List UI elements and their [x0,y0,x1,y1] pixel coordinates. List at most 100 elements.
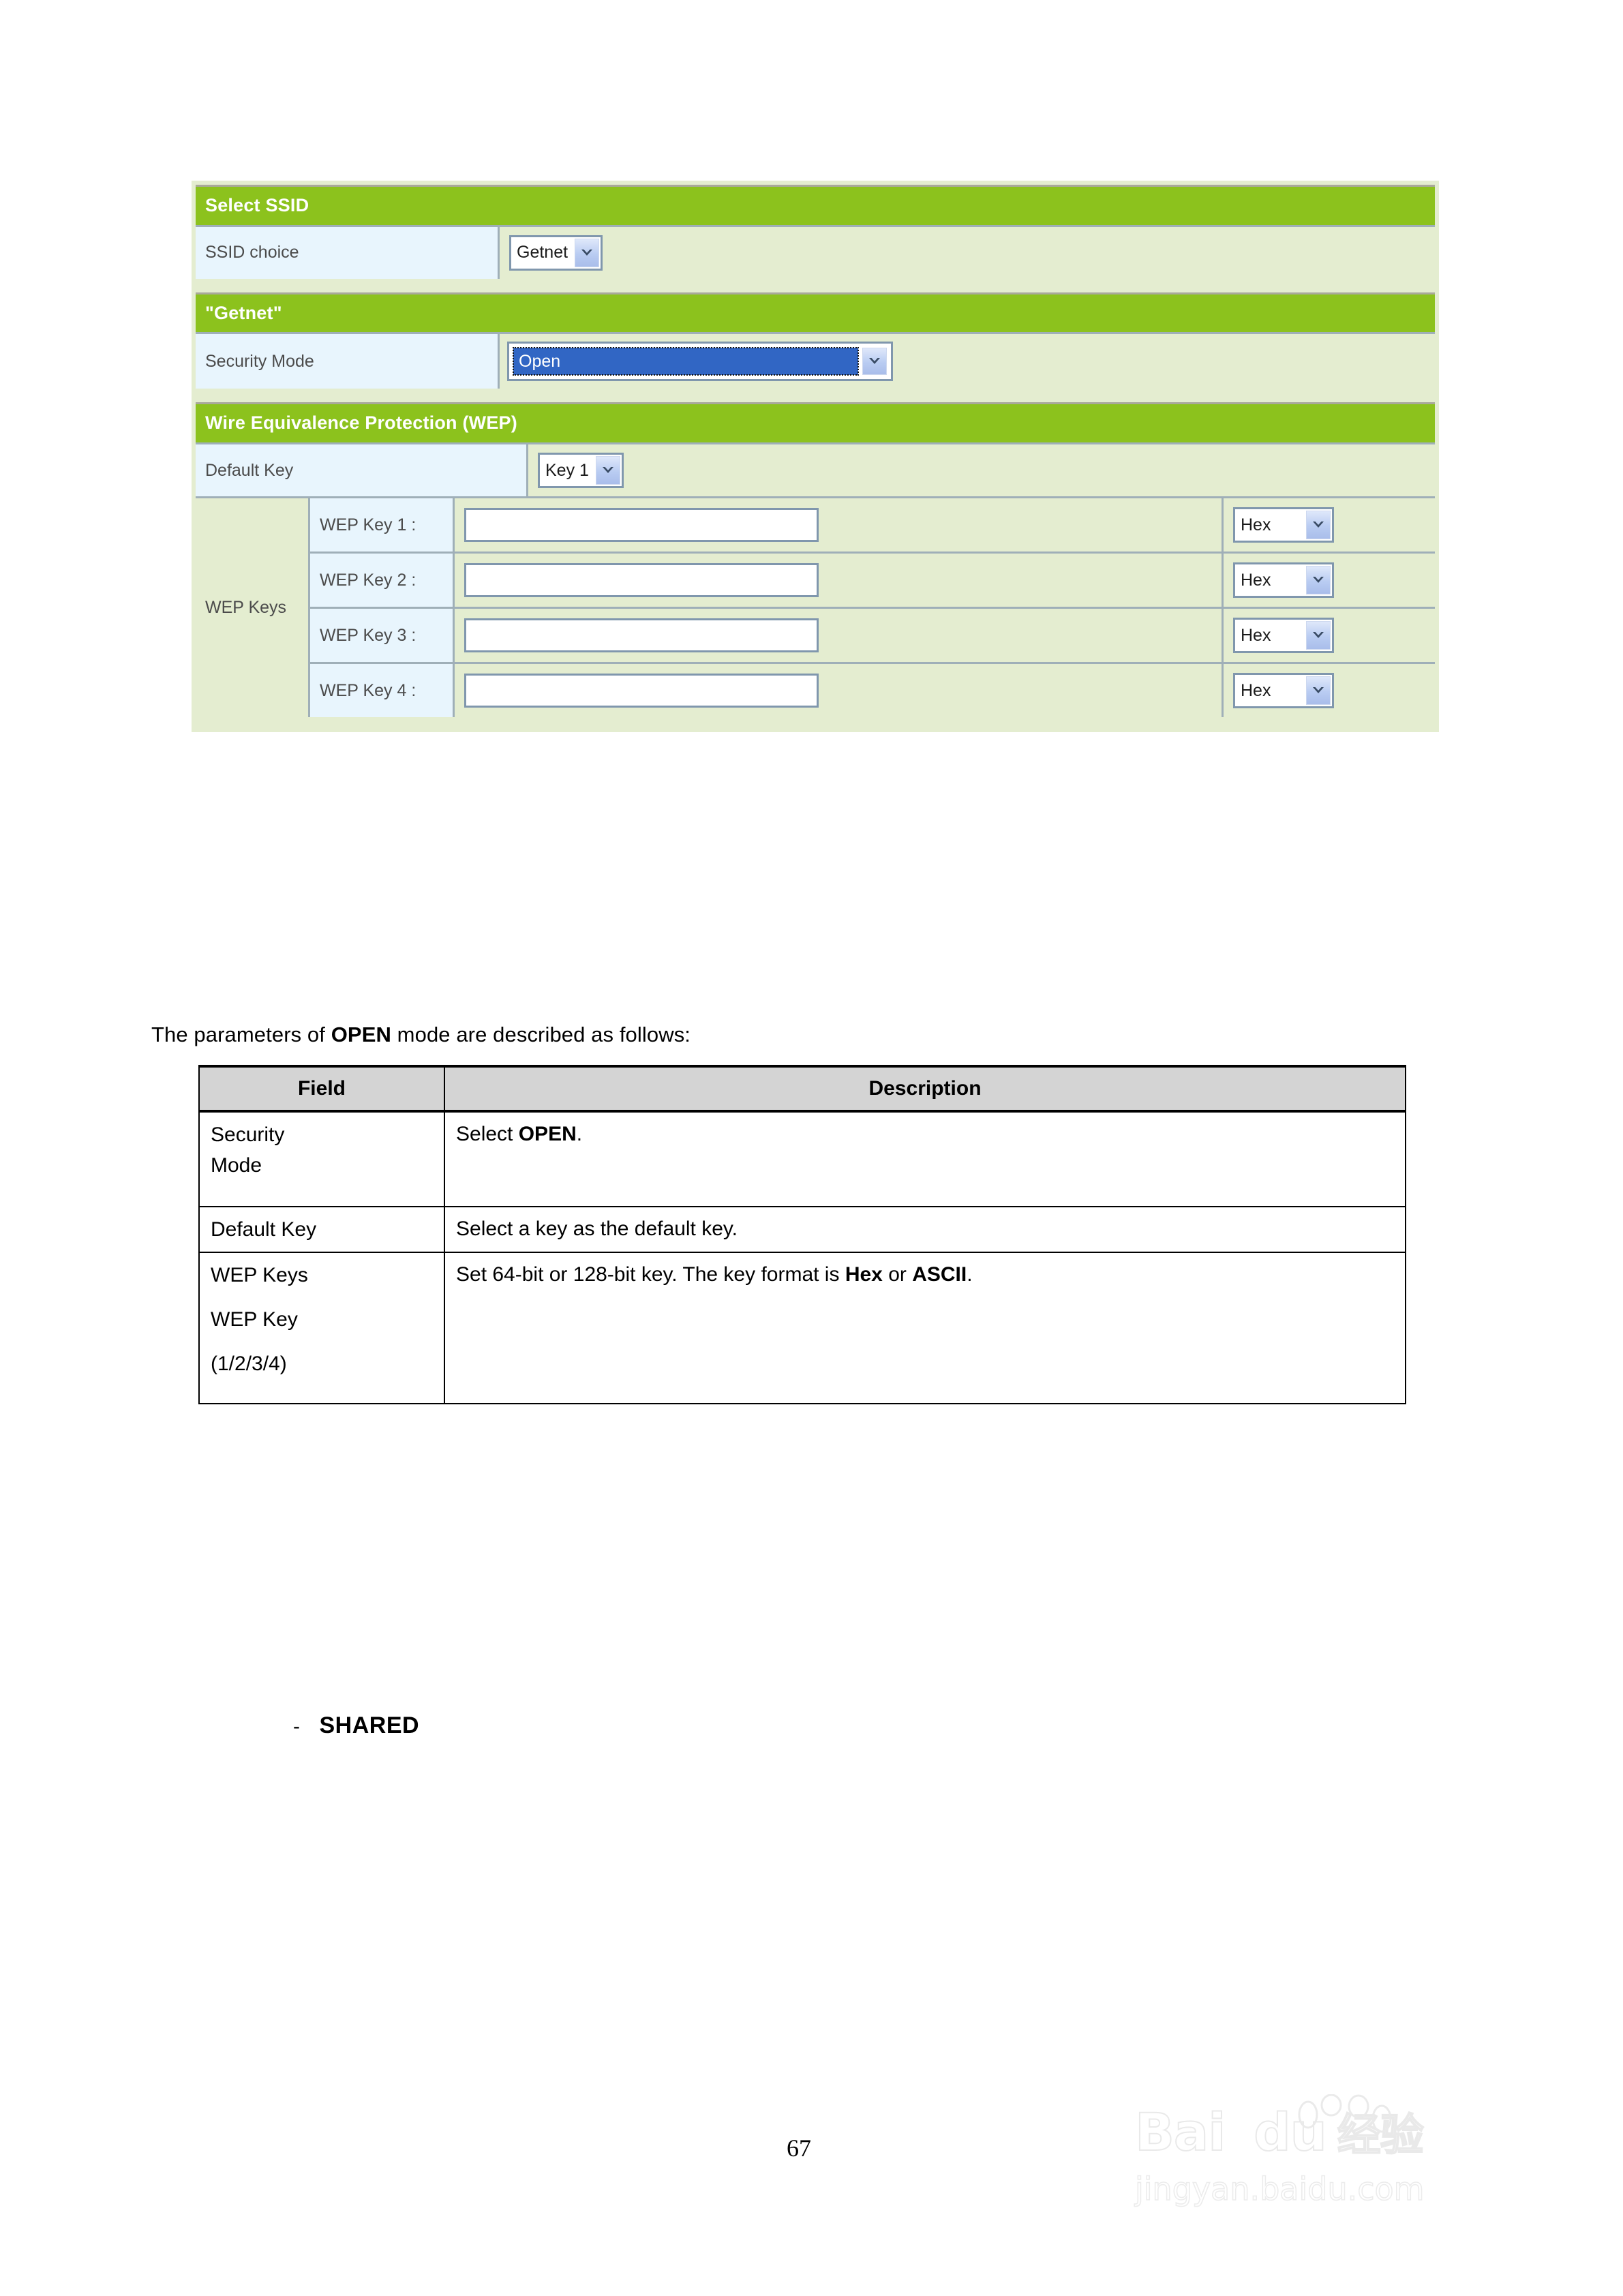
cell-desc-wep-keys: Set 64-bit or 128-bit key. The key forma… [444,1252,1406,1404]
watermark-logo-left: Bai [1134,2102,1226,2162]
shared-section-heading: - SHARED [293,1712,419,1739]
intro-suffix: mode are described as follows: [391,1023,691,1046]
wep-key-3-format-value: Hex [1241,625,1271,645]
value-ssid-choice: Getnet [500,226,1435,279]
field-line: (1/2/3/4) [211,1353,287,1375]
desc-emphasis-hex: Hex [845,1263,883,1286]
desc-middle: or [882,1263,913,1286]
label-wep-key-1: WEP Key 1 : [310,498,455,552]
group-header-wep: Wire Equivalence Protection (WEP) [196,402,1435,443]
group-header-select-ssid: Select SSID [196,185,1435,225]
wep-key-3-input[interactable] [464,618,819,653]
cell-field-default-key: Default Key [198,1206,445,1253]
default-key-selected-value: Key 1 [545,460,589,480]
wep-key-row: WEP Key 4 : Hex [310,662,1435,718]
field-line: Default Key [211,1218,317,1241]
watermark-logo-text: Bai du 经验 [1134,2106,1544,2161]
desc-emphasis: OPEN [518,1123,577,1145]
paw-icon [1298,2094,1392,2133]
wep-keys-block: WEP Keys WEP Key 1 : Hex WEP Key 2: Hex… [196,496,1435,718]
router-config-screenshot: Select SSID SSID choice Getnet "Getnet" … [192,181,1439,733]
group-wep: Wire Equivalence Protection (WEP) Defaul… [196,402,1435,718]
desc-emphasis-ascii: ASCII [912,1263,967,1286]
table-row: WEP Keys WEP Key (1/2/3/4) Set 64-bit or… [198,1252,1406,1404]
desc-prefix: Select a key as the default key. [456,1218,738,1240]
label-security-mode: Security Mode [196,334,500,389]
cell-wep-key-1-input [455,498,1224,552]
chevron-down-icon[interactable] [575,238,600,267]
field-line: Mode [211,1154,262,1177]
group-select-ssid: Select SSID SSID choice Getnet [196,185,1435,279]
intro-paragraph: The parameters of OPEN mode are describe… [151,1023,691,1047]
row-default-key: Default Key Key 1 [196,442,1435,497]
label-wep-key-3: WEP Key 3 : [310,609,455,663]
cell-desc-security-mode: Select OPEN. [444,1111,1406,1207]
wep-key-3-format-select[interactable]: Hex [1233,618,1334,654]
wep-key-2-format-select[interactable]: Hex [1233,562,1334,599]
desc-suffix: . [576,1123,583,1145]
column-header-field: Field [198,1065,445,1113]
security-mode-select[interactable]: Open [507,342,893,382]
cell-wep-key-3-format: Hex [1224,609,1435,663]
cell-field-security-mode: Security Mode [198,1111,445,1207]
page-number: 67 [787,2134,811,2162]
column-header-description: Description [444,1065,1406,1113]
chevron-down-icon[interactable] [595,456,620,485]
cell-wep-key-1-format: Hex [1224,498,1435,552]
wep-key-row: WEP Key 3 : Hex [310,607,1435,663]
cell-wep-key-2-format: Hex [1224,554,1435,607]
wep-key-2-input[interactable] [464,563,819,598]
cell-wep-key-4-format: Hex [1224,664,1435,718]
cell-wep-key-2-input [455,554,1224,607]
baidu-jingyan-watermark: Bai du 经验 jingyan.baidu.com [1134,2094,1544,2243]
watermark-logo-right: du [1253,2102,1328,2162]
wep-key-1-format-select[interactable]: Hex [1233,507,1334,543]
chevron-down-icon[interactable] [1306,511,1331,540]
desc-suffix: . [967,1263,973,1286]
chevron-down-icon[interactable] [1306,621,1331,650]
wep-key-1-input[interactable] [464,508,819,543]
label-ssid-choice: SSID choice [196,226,500,279]
label-default-key: Default Key [196,444,528,497]
chevron-down-icon[interactable] [862,348,887,376]
field-line: WEP Keys [211,1264,308,1286]
label-wep-keys: WEP Keys [196,498,310,718]
table-row: Default Key Select a key as the default … [198,1206,1406,1253]
value-security-mode: Open [500,334,1435,389]
wep-key-row: WEP Key 2 : Hex [310,552,1435,607]
row-ssid-choice: SSID choice Getnet [196,224,1435,279]
cell-field-wep-keys: WEP Keys WEP Key (1/2/3/4) [198,1252,445,1404]
panel-gap-2 [196,389,1435,403]
field-line: Security [211,1123,285,1146]
wep-key-1-format-value: Hex [1241,515,1271,534]
table-header-row: Field Description [198,1065,1406,1113]
wep-key-4-format-value: Hex [1241,680,1271,700]
intro-prefix: The parameters of [151,1023,331,1046]
desc-prefix: Select [456,1123,519,1145]
shared-label: SHARED [319,1712,420,1738]
table-row: Security Mode Select OPEN. [198,1111,1406,1207]
parameters-table: Field Description Security Mode Select O… [198,1065,1406,1404]
chevron-down-icon[interactable] [1306,566,1331,595]
value-default-key: Key 1 [528,444,1435,497]
wep-key-2-format-value: Hex [1241,570,1271,590]
ssid-choice-selected-value: Getnet [517,243,568,262]
desc-prefix: Set 64-bit or 128-bit key. The key forma… [456,1263,845,1286]
default-key-select[interactable]: Key 1 [538,453,624,489]
wep-key-4-input[interactable] [464,674,819,708]
field-line: WEP Key [211,1308,298,1331]
row-security-mode: Security Mode Open [196,332,1435,389]
wep-key-row: WEP Key 1 : Hex [310,498,1435,552]
chevron-down-icon[interactable] [1306,676,1331,706]
cell-wep-key-3-input [455,609,1224,663]
cell-desc-default-key: Select a key as the default key. [444,1206,1406,1253]
panel-gap-1 [196,278,1435,292]
watermark-cn-text: 经验 [1337,2111,1425,2161]
bullet-dash: - [293,1715,301,1738]
cell-wep-key-4-input [455,664,1224,718]
security-mode-selected-value: Open [513,347,859,376]
wep-key-4-format-select[interactable]: Hex [1233,673,1334,709]
ssid-choice-select[interactable]: Getnet [509,235,603,271]
intro-emphasis: OPEN [331,1023,391,1046]
group-getnet: "Getnet" Security Mode Open [196,292,1435,389]
